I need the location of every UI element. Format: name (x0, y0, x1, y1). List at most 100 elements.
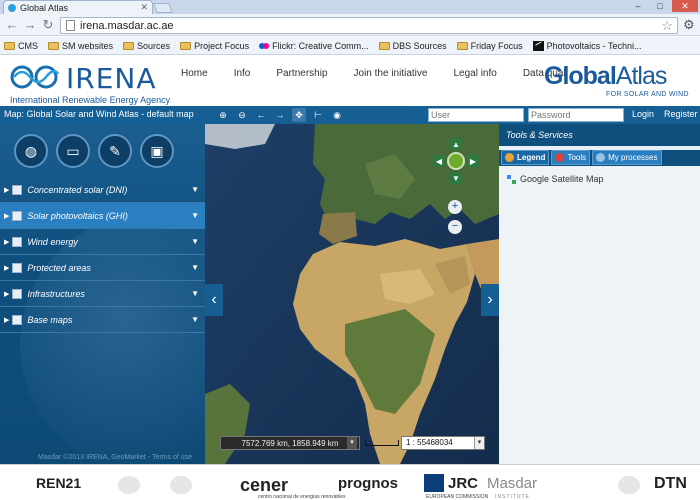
window-close-icon[interactable]: ✕ (672, 0, 698, 12)
map-zoom-in-button[interactable]: + (448, 200, 462, 214)
collapse-left-panel-chevron-icon[interactable]: ‹ (205, 284, 223, 316)
address-bar[interactable]: irena.masdar.ac.ae ☆ (60, 17, 678, 34)
bookmark-item[interactable]: DBS Sources (378, 41, 447, 51)
map-view[interactable]: ▲ ▼ ◀ ▶ + − ‹ › 7572.769 km, 1858.949 km… (205, 124, 499, 464)
dtn-logo[interactable]: DTN (654, 475, 687, 493)
pan-down-icon[interactable]: ▼ (450, 172, 462, 184)
edit-button[interactable]: ✎ (98, 134, 132, 168)
measure-tool-icon[interactable]: ⊢ (311, 108, 325, 122)
map-zoom-out-button[interactable]: − (448, 220, 462, 234)
expand-arrow-icon[interactable]: ▶ (4, 316, 9, 324)
pan-up-icon[interactable]: ▲ (450, 138, 462, 150)
url-text[interactable]: irena.masdar.ac.ae (80, 20, 661, 32)
window-minimize-icon[interactable]: – (628, 0, 648, 12)
zoom-in-tool-icon[interactable]: ⊕ (216, 108, 230, 122)
window-maximize-icon[interactable]: □ (650, 0, 670, 12)
layer-checkbox[interactable] (12, 262, 23, 273)
chevron-down-icon[interactable]: ▼ (191, 237, 199, 246)
layer-row[interactable]: ▶ Wind energy ▼ (0, 229, 205, 255)
tools-icon (555, 153, 565, 162)
partner-logo-faded[interactable] (618, 476, 640, 494)
tab-legend[interactable]: Legend (501, 150, 550, 165)
legend-item[interactable]: Google Satellite Map (507, 174, 604, 184)
bookmark-item[interactable]: CMS (4, 41, 38, 51)
bookmark-item[interactable]: Flickr: Creative Comm... (259, 41, 369, 51)
expand-arrow-icon[interactable]: ▶ (4, 238, 9, 246)
pan-center-globe-icon[interactable] (447, 152, 465, 170)
pan-tool-icon[interactable]: ✥ (292, 108, 306, 122)
password-input[interactable] (528, 108, 624, 122)
atlas-word: Atlas (615, 62, 668, 90)
previous-view-icon[interactable]: ← (254, 108, 268, 122)
partner-logo-faded[interactable] (118, 476, 140, 494)
collapse-right-panel-chevron-icon[interactable]: › (481, 284, 499, 316)
coordinate-unit-dropdown-icon[interactable]: ▾ (347, 437, 357, 449)
chevron-down-icon[interactable]: ▼ (191, 289, 199, 298)
nav-item[interactable]: Join the initiative (354, 68, 428, 79)
chevron-down-icon[interactable]: ▼ (191, 211, 199, 220)
partner-logo-faded[interactable] (170, 476, 192, 494)
scale-dropdown-icon[interactable]: ▾ (474, 437, 484, 449)
wrench-menu-icon[interactable]: ⚙ (683, 17, 695, 33)
global-atlas-logo[interactable]: GlobalAtlas (544, 62, 668, 91)
bookmark-item[interactable]: Photovoltaics - Techni... (532, 40, 642, 51)
reload-icon[interactable]: ↻ (40, 17, 56, 33)
new-tab-button[interactable] (153, 3, 173, 13)
expand-arrow-icon[interactable]: ▶ (4, 290, 9, 298)
chevron-down-icon[interactable]: ▼ (191, 185, 199, 194)
layers-panel: ◍ ▭ ✎ ▣ ▶ Concentrated solar (DNI) ▼ ▶ Solar… (0, 124, 205, 464)
folder-icon (456, 41, 468, 50)
chevron-down-icon[interactable]: ▼ (191, 263, 199, 272)
bookmark-item[interactable]: Project Focus (180, 41, 249, 51)
layer-row[interactable]: ▶ Base maps ▼ (0, 307, 205, 333)
globe-button[interactable]: ◍ (14, 134, 48, 168)
open-folder-button[interactable]: ▭ (56, 134, 90, 168)
back-arrow-icon[interactable]: ← (4, 17, 20, 33)
tab-my-processes[interactable]: My processes (592, 150, 662, 165)
layer-row[interactable]: ▶ Protected areas ▼ (0, 255, 205, 281)
bookmark-item[interactable]: Sources (123, 41, 170, 51)
scale-value: 1 : 55468034 (406, 438, 453, 447)
jrc-logo[interactable]: JRC (448, 475, 478, 492)
prognos-logo[interactable]: prognos (338, 475, 398, 492)
browser-tab[interactable]: Global Atlas ✕ (3, 0, 153, 14)
tab-tools[interactable]: Tools (551, 150, 591, 165)
scale-select[interactable]: 1 : 55468034 ▾ (401, 436, 485, 450)
bookmark-item[interactable]: SM websites (48, 41, 113, 51)
next-view-icon[interactable]: → (273, 108, 287, 122)
expand-arrow-icon[interactable]: ▶ (4, 212, 9, 220)
layer-checkbox[interactable] (12, 210, 23, 221)
layer-row[interactable]: ▶ Concentrated solar (DNI) ▼ (0, 177, 205, 203)
nav-item[interactable]: Info (234, 68, 251, 79)
expand-arrow-icon[interactable]: ▶ (4, 186, 9, 194)
tab-close-icon[interactable]: ✕ (140, 2, 148, 13)
site-header: IRENA International Renewable Energy Age… (0, 56, 700, 106)
bookmark-star-icon[interactable]: ☆ (661, 18, 673, 34)
forward-arrow-icon[interactable]: → (22, 17, 38, 33)
bookmark-label: CMS (18, 40, 38, 51)
nav-item[interactable]: Home (181, 68, 208, 79)
map-toolbar: ⊕ ⊖ ← → ✥ ⊢ ◉ (216, 108, 344, 122)
pan-left-icon[interactable]: ◀ (433, 155, 445, 167)
layer-checkbox[interactable] (12, 314, 23, 325)
login-link[interactable]: Login (632, 109, 654, 119)
cener-logo[interactable]: cener (240, 475, 288, 496)
zoom-out-tool-icon[interactable]: ⊖ (235, 108, 249, 122)
register-link[interactable]: Register (664, 109, 698, 119)
ren21-logo[interactable]: REN21 (36, 475, 81, 491)
masdar-logo[interactable]: Masdar (487, 475, 537, 492)
layer-row[interactable]: ▶ Solar photovoltaics (GHI) ▼ (0, 203, 205, 229)
username-input[interactable] (428, 108, 524, 122)
layer-row[interactable]: ▶ Infrastructures ▼ (0, 281, 205, 307)
pan-right-icon[interactable]: ▶ (467, 155, 479, 167)
bookmark-item[interactable]: Friday Focus (456, 41, 523, 51)
chevron-down-icon[interactable]: ▼ (191, 315, 199, 324)
nav-item[interactable]: Partnership (276, 68, 327, 79)
save-button[interactable]: ▣ (140, 134, 174, 168)
layer-checkbox[interactable] (12, 236, 23, 247)
nav-item[interactable]: Legal info (453, 68, 496, 79)
globe-tool-icon[interactable]: ◉ (330, 108, 344, 122)
layer-checkbox[interactable] (12, 184, 23, 195)
expand-arrow-icon[interactable]: ▶ (4, 264, 9, 272)
layer-checkbox[interactable] (12, 288, 23, 299)
